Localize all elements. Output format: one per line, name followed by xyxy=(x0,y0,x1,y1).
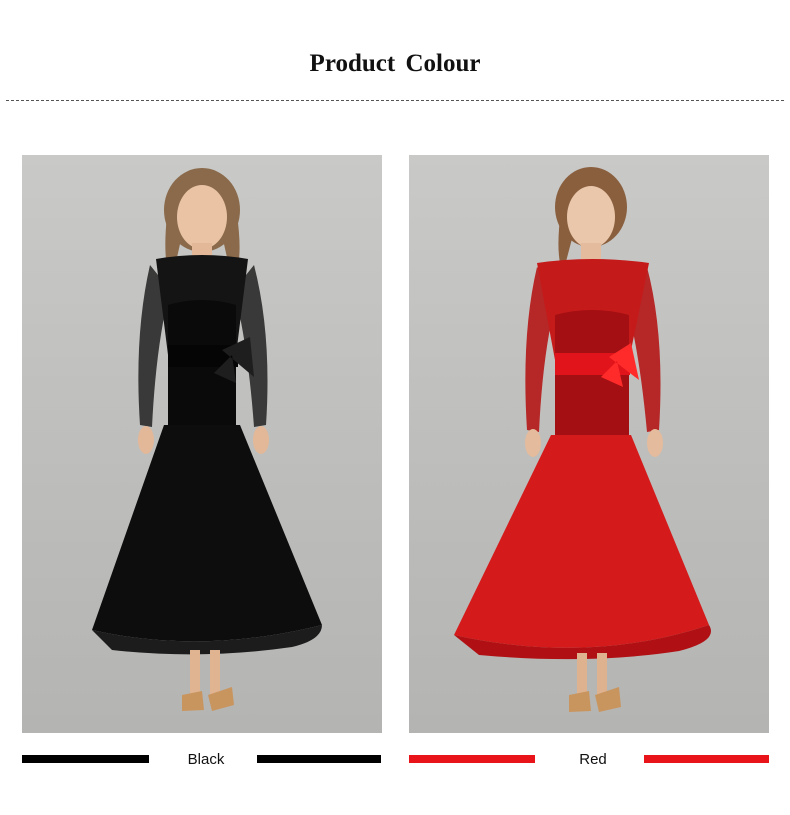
black-dress-figure xyxy=(92,168,322,711)
product-image-black[interactable] xyxy=(22,155,382,733)
product-image-red[interactable] xyxy=(409,155,769,733)
red-swatch-bar-right xyxy=(644,755,769,763)
dashed-divider xyxy=(6,100,784,101)
color-label-red: Red xyxy=(579,751,607,768)
red-swatch-bar-left xyxy=(409,755,535,763)
dress-skirt xyxy=(92,425,322,642)
black-swatch-bar-left xyxy=(22,755,149,763)
red-dress-figure xyxy=(454,167,711,712)
color-label-black: Black xyxy=(187,751,225,768)
dress-skirt xyxy=(454,435,709,648)
black-swatch-bar-right xyxy=(257,755,381,763)
page-title: Product Colour xyxy=(309,50,481,77)
